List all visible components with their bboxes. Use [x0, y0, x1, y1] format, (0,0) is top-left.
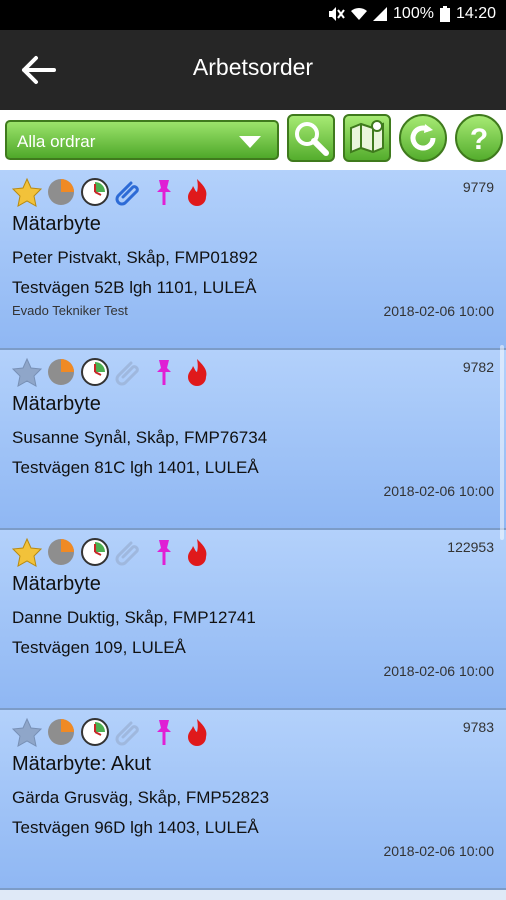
- status-bar: 100% 14:20: [0, 0, 506, 30]
- order-date: 2018-02-06 10:00: [383, 483, 494, 499]
- order-list: 9779 Mätarbyte Peter Pistvakt, Skåp, FMP01…: [0, 170, 506, 900]
- star-icon[interactable]: [11, 717, 43, 752]
- star-icon[interactable]: [11, 537, 43, 572]
- refresh-icon: [410, 124, 436, 151]
- order-date: 2018-02-06 10:00: [383, 303, 494, 319]
- progress-pie-icon: [46, 537, 76, 572]
- order-number: 122953: [447, 539, 494, 555]
- battery-icon: [439, 6, 450, 22]
- progress-pie-icon: [46, 717, 76, 752]
- app-bar: Arbetsorder: [0, 30, 506, 110]
- order-technician: Evado Tekniker Test: [12, 303, 128, 318]
- pushpin-icon: [148, 357, 178, 392]
- filter-value: Alla ordrar: [17, 132, 96, 151]
- order-customer: Susanne Synål, Skåp, FMP76734: [12, 428, 268, 447]
- order-card[interactable]: 9779 Mätarbyte Peter Pistvakt, Skåp, FMP01…: [0, 170, 506, 350]
- order-type: Mätarbyte: Akut: [12, 753, 151, 775]
- clock-time: 14:20: [455, 5, 496, 22]
- flame-icon: [182, 537, 212, 572]
- order-type: Mätarbyte: [12, 213, 101, 235]
- toolbar: Alla ordrar ?: [0, 110, 506, 170]
- progress-pie-icon: [46, 177, 76, 212]
- order-card[interactable]: 122953 Mätarbyte Danne Duktig, Skåp, FMP12…: [0, 530, 506, 710]
- help-icon: ?: [470, 123, 488, 156]
- clock-icon: [80, 537, 110, 572]
- clock-icon: [80, 357, 110, 392]
- pushpin-icon: [148, 537, 178, 572]
- paperclip-icon: [114, 177, 144, 212]
- svg-text:?: ?: [470, 123, 488, 156]
- order-filter-select[interactable]: Alla ordrar: [5, 120, 279, 160]
- page-title: Arbetsorder: [192, 54, 314, 80]
- search-button[interactable]: [287, 114, 335, 162]
- star-icon[interactable]: [11, 357, 43, 392]
- star-icon[interactable]: [11, 177, 43, 212]
- order-card[interactable]: 9782 Mätarbyte Susanne Synål, Skåp, FMP767…: [0, 350, 506, 530]
- pushpin-icon: [148, 717, 178, 752]
- signal-icon: [373, 7, 388, 21]
- clock-icon: [80, 717, 110, 752]
- help-button[interactable]: ?: [455, 114, 503, 162]
- map-icon: [350, 120, 384, 154]
- order-date: 2018-02-06 10:00: [383, 663, 494, 679]
- mute-icon: [327, 6, 345, 22]
- order-number: 9783: [462, 719, 494, 735]
- paperclip-icon: [114, 357, 144, 392]
- order-address: Testvägen 96D lgh 1403, LULEÅ: [12, 818, 259, 837]
- paperclip-icon: [114, 717, 144, 752]
- paperclip-icon: [114, 537, 144, 572]
- order-type: Mätarbyte: [12, 393, 101, 415]
- order-address: Testvägen 109, LULEÅ: [12, 638, 186, 657]
- pushpin-icon: [148, 177, 178, 212]
- order-type: Mätarbyte: [12, 573, 101, 595]
- chevron-down-icon: [239, 136, 261, 148]
- flame-icon: [182, 717, 212, 752]
- refresh-button[interactable]: [399, 114, 447, 162]
- order-customer: Danne Duktig, Skåp, FMP12741: [12, 608, 256, 627]
- order-number: 9779: [462, 179, 494, 195]
- flame-icon: [182, 357, 212, 392]
- battery-percent: 100%: [393, 5, 434, 22]
- order-address: Testvägen 52B lgh 1101, LULEÅ: [12, 278, 257, 297]
- order-customer: Peter Pistvakt, Skåp, FMP01892: [12, 248, 258, 267]
- flame-icon: [182, 177, 212, 212]
- order-card[interactable]: 9783 Mätarbyte: Akut Gärda Grusväg, Skåp, …: [0, 710, 506, 890]
- order-number: 9782: [462, 359, 494, 375]
- scrollbar[interactable]: [500, 345, 504, 540]
- search-icon: [295, 122, 329, 156]
- order-address: Testvägen 81C lgh 1401, LULEÅ: [12, 458, 259, 477]
- order-customer: Gärda Grusväg, Skåp, FMP52823: [12, 788, 270, 807]
- order-date: 2018-02-06 10:00: [383, 843, 494, 859]
- wifi-icon: [351, 7, 368, 21]
- progress-pie-icon: [46, 357, 76, 392]
- clock-icon: [80, 177, 110, 212]
- map-button[interactable]: [343, 114, 391, 162]
